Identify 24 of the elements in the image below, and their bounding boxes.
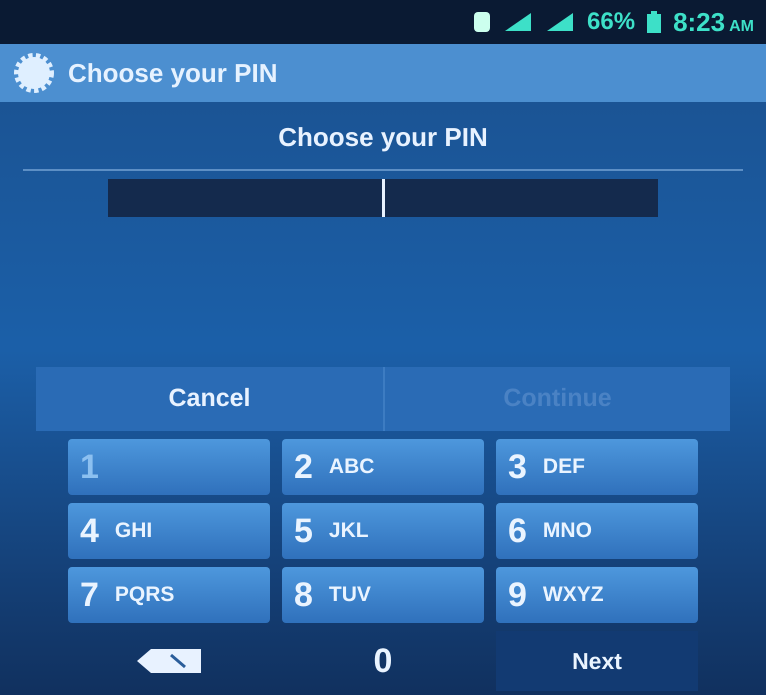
keypad-key[interactable]: 7 PQRS xyxy=(68,567,270,623)
keypad-key[interactable]: 1 xyxy=(68,439,270,495)
clock-time: 8:23 xyxy=(673,6,726,38)
signal-icon xyxy=(503,11,534,33)
battery-icon xyxy=(647,11,662,33)
keypad-key[interactable]: 4 GHI xyxy=(68,503,270,559)
keypad-key[interactable]: 6 MNO xyxy=(496,503,698,559)
keypad-key[interactable]: 3 DEF xyxy=(496,439,698,495)
gear-icon xyxy=(12,51,56,95)
pin-prompt: Choose your PIN xyxy=(278,121,488,154)
keypad-key[interactable]: 0 xyxy=(282,631,484,691)
pin-input-field[interactable] xyxy=(108,179,658,217)
keypad-key[interactable]: 9 WXYZ xyxy=(496,567,698,623)
sim-icon xyxy=(473,11,492,33)
backspace-icon xyxy=(137,649,201,673)
screen-title: Choose your PIN xyxy=(68,56,278,90)
keypad-key[interactable]: 8 TUV xyxy=(282,567,484,623)
battery-level: 66% xyxy=(587,7,636,37)
next-key[interactable]: Next xyxy=(496,631,698,691)
keypad-key[interactable]: 2 ABC xyxy=(282,439,484,495)
dialog-button[interactable]: Cancel xyxy=(36,367,383,431)
keypad-key[interactable]: 5 JKL xyxy=(282,503,484,559)
signal-icon xyxy=(545,11,576,33)
clock-meridiem: AM xyxy=(729,16,754,36)
